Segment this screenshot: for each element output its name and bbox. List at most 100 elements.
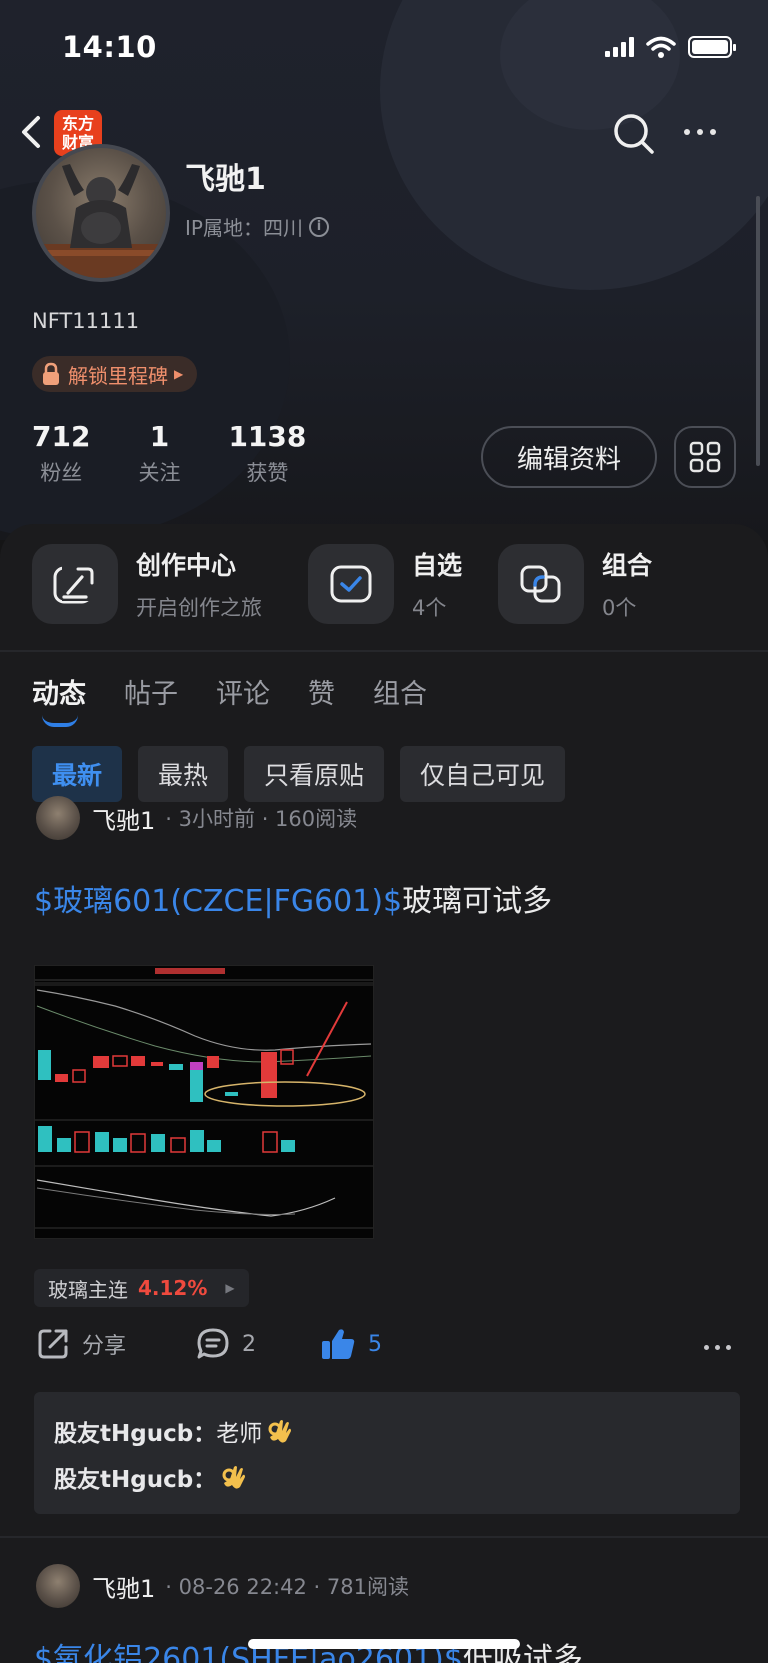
- grid-icon: [689, 441, 721, 473]
- more-options-icon[interactable]: [684, 122, 724, 142]
- tab-posts[interactable]: 帖子: [124, 672, 178, 711]
- ip-location-text: IP属地：四川: [185, 216, 303, 240]
- post-actions: 分享 2 5: [36, 1327, 736, 1371]
- milestone-label: 解锁里程碑: [68, 363, 168, 388]
- comment-count: 2: [242, 1331, 256, 1357]
- post-meta: · 3小时前 · 160阅读: [165, 807, 358, 831]
- status-icons: [605, 36, 736, 58]
- stat-followers[interactable]: 712 粉丝: [32, 420, 90, 487]
- stat-value: 712: [32, 420, 91, 453]
- avatar[interactable]: [36, 796, 80, 840]
- comment-user: 股友tHgucb：: [54, 1421, 217, 1447]
- main-content: 创作中心 开启创作之旅 自选 4个 组合 0个 动态 帖子 评论 赞 组合 最新…: [0, 524, 768, 1663]
- stock-tag-link[interactable]: $玻璃601(CZCE|FG601)$: [34, 884, 402, 919]
- stat-label: 关注: [138, 461, 181, 485]
- filter-private[interactable]: 仅自己可见: [400, 746, 566, 802]
- info-icon[interactable]: i: [308, 216, 329, 237]
- post-reads: 160阅读: [275, 807, 358, 831]
- post-header: 飞驰1 · 08-26 22:42 · 781阅读: [36, 1564, 409, 1608]
- post-author[interactable]: 飞驰1: [92, 1569, 155, 1604]
- post-more-icon[interactable]: [704, 1345, 731, 1350]
- post-header: 飞驰1 · 3小时前 · 160阅读: [36, 796, 357, 840]
- comment-icon: [197, 1328, 229, 1359]
- divider: [0, 650, 768, 652]
- status-time: 14:10: [62, 30, 157, 64]
- scrollbar[interactable]: [756, 196, 760, 466]
- back-icon[interactable]: [18, 112, 48, 152]
- thumbs-up-icon: [322, 1329, 355, 1359]
- watchlist-button[interactable]: 自选 4个: [308, 544, 498, 624]
- like-count: 5: [368, 1331, 382, 1357]
- post-author[interactable]: 飞驰1: [92, 801, 155, 836]
- stat-following[interactable]: 1 关注: [138, 420, 180, 487]
- check-square-icon: [308, 544, 394, 624]
- quick-subtitle: 0个: [602, 596, 637, 620]
- tab-activity[interactable]: 动态: [32, 672, 86, 727]
- post-text: 玻璃可试多: [402, 884, 553, 919]
- wifi-icon: [646, 36, 676, 58]
- stat-value: 1: [149, 420, 170, 453]
- signal-icon: [605, 37, 634, 57]
- like-button[interactable]: 5: [320, 1327, 382, 1361]
- tab-comments[interactable]: 评论: [216, 672, 270, 711]
- profile-header: 14:10 东方 财富 飞驰1 IP属地：四川 i NFT11111 解锁里程碑…: [0, 0, 768, 540]
- post-chart-image[interactable]: [34, 965, 374, 1239]
- avatar[interactable]: [36, 1564, 80, 1608]
- ok-hand-icon: [222, 1466, 246, 1489]
- tab-portfolio[interactable]: 组合: [373, 672, 427, 711]
- share-label: 分享: [82, 1334, 127, 1359]
- ok-hand-icon: [268, 1420, 292, 1443]
- filter-chips: 最新 最热 只看原贴 仅自己可见: [32, 746, 566, 802]
- comment-user: 股友tHgucb：: [54, 1467, 217, 1493]
- tab-likes[interactable]: 赞: [308, 672, 335, 711]
- ticker-chip[interactable]: 玻璃主连 4.12% ▶: [34, 1269, 249, 1307]
- milestone-button[interactable]: 解锁里程碑 ▶: [32, 356, 198, 392]
- ticker-name: 玻璃主连: [48, 1277, 128, 1302]
- quick-title: 组合: [602, 551, 653, 580]
- stat-value: 1138: [228, 420, 307, 453]
- post-time: 3小时前: [178, 807, 256, 831]
- avatar[interactable]: [32, 144, 170, 282]
- divider: [0, 1536, 768, 1538]
- post-meta: · 08-26 22:42 · 781阅读: [165, 1575, 409, 1599]
- quick-subtitle: 4个: [412, 596, 447, 620]
- home-indicator[interactable]: [248, 1639, 520, 1649]
- qr-code-button[interactable]: [674, 426, 736, 488]
- ip-location: IP属地：四川 i: [185, 212, 329, 241]
- avatar-image: [36, 164, 166, 278]
- share-icon: [38, 1329, 68, 1359]
- share-button[interactable]: 分享: [36, 1327, 126, 1361]
- stat-label: 粉丝: [40, 461, 83, 485]
- quick-title: 创作中心: [136, 551, 237, 580]
- pen-square-icon: [32, 544, 118, 624]
- overlap-squares-icon: [498, 544, 584, 624]
- comment-item: 股友tHgucb： 老师: [54, 1408, 720, 1454]
- username: 飞驰1: [185, 162, 266, 197]
- search-icon[interactable]: [612, 112, 656, 156]
- creation-center-button[interactable]: 创作中心 开启创作之旅: [32, 544, 308, 624]
- stat-label: 获赞: [246, 461, 289, 485]
- filter-original-only[interactable]: 只看原贴: [244, 746, 385, 802]
- chevron-right-icon: ▶: [225, 1281, 235, 1295]
- quick-title: 自选: [412, 551, 463, 580]
- comment-item: 股友tHgucb：: [54, 1454, 720, 1500]
- post-reads: 781阅读: [326, 1575, 409, 1599]
- quick-actions: 创作中心 开启创作之旅 自选 4个 组合 0个: [32, 544, 688, 624]
- portfolio-button[interactable]: 组合 0个: [498, 544, 688, 624]
- content-tabs: 动态 帖子 评论 赞 组合: [32, 672, 427, 727]
- filter-latest[interactable]: 最新: [32, 746, 123, 802]
- battery-icon: [688, 36, 736, 58]
- candlestick-chart-thumbnail: [35, 968, 373, 1229]
- filter-hot[interactable]: 最热: [138, 746, 229, 802]
- ticker-change: 4.12%: [138, 1276, 208, 1300]
- edit-profile-button[interactable]: 编辑资料: [481, 426, 657, 488]
- stat-likes[interactable]: 1138 获赞: [228, 420, 306, 487]
- bio: NFT11111: [32, 309, 140, 333]
- brand-line: 东方: [61, 114, 94, 133]
- chevron-right-icon: ▶: [174, 367, 184, 381]
- post-content[interactable]: $玻璃601(CZCE|FG601)$玻璃可试多: [34, 876, 552, 920]
- lock-icon: [43, 362, 59, 385]
- comment-button[interactable]: 2: [196, 1327, 256, 1361]
- comment-preview[interactable]: 股友tHgucb： 老师 股友tHgucb：: [34, 1392, 740, 1514]
- comment-text: 老师: [216, 1421, 263, 1447]
